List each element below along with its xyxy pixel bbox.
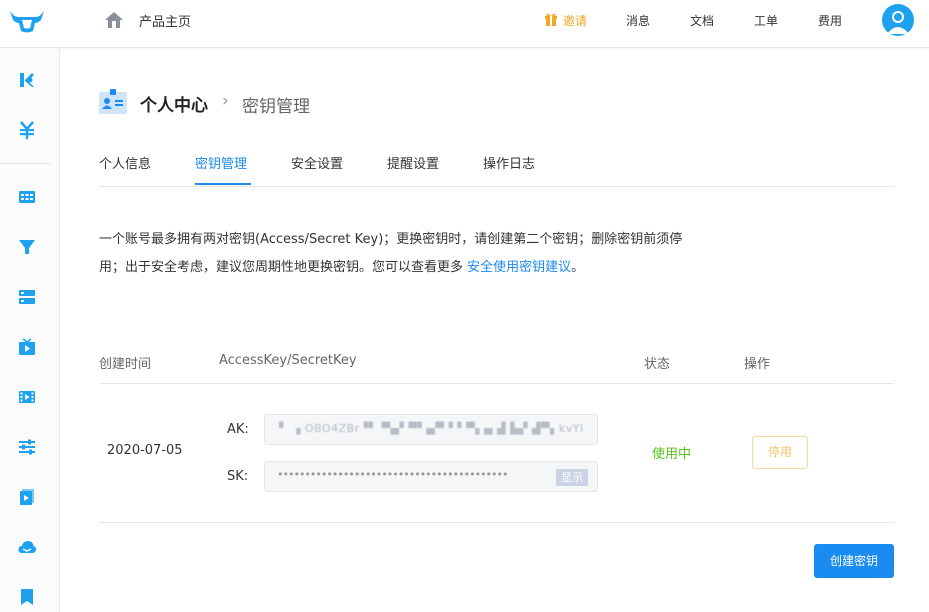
video-icon[interactable] — [17, 487, 37, 507]
letter-k-icon[interactable] — [17, 70, 37, 90]
tab-bar: 个人信息 密钥管理 安全设置 提醒设置 操作日志 — [99, 150, 894, 187]
tv-icon[interactable] — [17, 337, 37, 357]
notice-text: 用；出于安全考虑，建议您周期性地更换密钥。您可以查看更多 — [99, 260, 468, 275]
secret-key-field[interactable]: ••••••••••••••••••••••••••••••••••••••••… — [264, 461, 598, 492]
notice-line-1: 一个账号最多拥有两对密钥(Access/Secret Key)；更换密钥时，请创… — [99, 232, 683, 247]
tab-security[interactable]: 安全设置 — [291, 153, 343, 172]
column-action: 操作 — [744, 357, 771, 372]
security-advice-link[interactable]: 安全使用密钥建议 — [467, 260, 571, 275]
nav-tickets[interactable]: 工单 — [754, 12, 778, 29]
tab-profile[interactable]: 个人信息 — [99, 153, 151, 172]
secret-key-masked: ••••••••••••••••••••••••••••••••••••••••… — [277, 468, 509, 481]
sidebar-divider — [0, 163, 51, 164]
status-badge: 使用中 — [652, 447, 692, 462]
grid-icon[interactable] — [17, 187, 37, 207]
sk-label: SK: — [227, 469, 249, 484]
tab-key-management[interactable]: 密钥管理 — [195, 153, 247, 172]
product-home-link[interactable]: 产品主页 — [139, 11, 191, 30]
row-divider — [99, 522, 894, 523]
server-icon[interactable] — [17, 287, 37, 307]
column-created-time: 创建时间 — [99, 357, 152, 372]
page-title: 个人中心 — [140, 96, 208, 116]
access-key-field[interactable]: ▘ ▗ OBO4ZBr▝▘ ▀▄▘▀▘▄▀▝ ▘▀▖▄ ▟ ▙▞ ▟▀▖kvYl — [264, 414, 598, 445]
tab-operation-log[interactable]: 操作日志 — [483, 153, 535, 172]
column-status: 状态 — [644, 357, 671, 372]
cloud-icon[interactable] — [17, 537, 37, 557]
avatar[interactable] — [882, 4, 914, 36]
film-icon[interactable] — [17, 387, 37, 407]
disable-key-button[interactable]: 停用 — [752, 436, 808, 469]
top-bar: 产品主页 邀请 消息 文档 工单 费用 — [0, 0, 929, 48]
nav-docs[interactable]: 文档 — [690, 12, 714, 29]
tab-reminders[interactable]: 提醒设置 — [387, 153, 439, 172]
ak-label: AK: — [227, 422, 249, 437]
notice-line-2: 用；出于安全考虑，建议您周期性地更换密钥。您可以查看更多 安全使用密钥建议。 — [99, 259, 739, 277]
bookmark-icon[interactable] — [17, 587, 37, 607]
breadcrumb-separator: › — [222, 91, 229, 111]
id-card-icon — [99, 89, 127, 114]
cow-logo-icon[interactable] — [8, 8, 46, 34]
sidebar — [0, 48, 60, 612]
create-key-button[interactable]: 创建密钥 — [814, 544, 894, 578]
notice-end: 。 — [571, 260, 585, 275]
nav-invite[interactable]: 邀请 — [563, 12, 587, 29]
yuan-icon[interactable] — [17, 120, 37, 140]
active-tab-indicator — [195, 183, 251, 185]
nav-messages[interactable]: 消息 — [626, 12, 650, 29]
funnel-icon[interactable] — [17, 237, 37, 257]
nav-billing[interactable]: 费用 — [818, 12, 842, 29]
gift-icon[interactable] — [544, 12, 558, 26]
sliders-icon[interactable] — [17, 437, 37, 457]
show-secret-button[interactable]: 显示 — [556, 469, 588, 486]
column-keys: AccessKey/SecretKey — [219, 353, 357, 368]
page-subtitle: 密钥管理 — [242, 97, 310, 117]
home-icon[interactable] — [104, 11, 124, 29]
created-date: 2020-07-05 — [107, 443, 183, 458]
header-divider — [99, 383, 894, 384]
access-key-value: ▘ ▗ OBO4ZBr▝▘ ▀▄▘▀▘▄▀▝ ▘▀▖▄ ▟ ▙▞ ▟▀▖kvYl — [279, 422, 584, 435]
user-avatar-icon — [887, 11, 909, 34]
